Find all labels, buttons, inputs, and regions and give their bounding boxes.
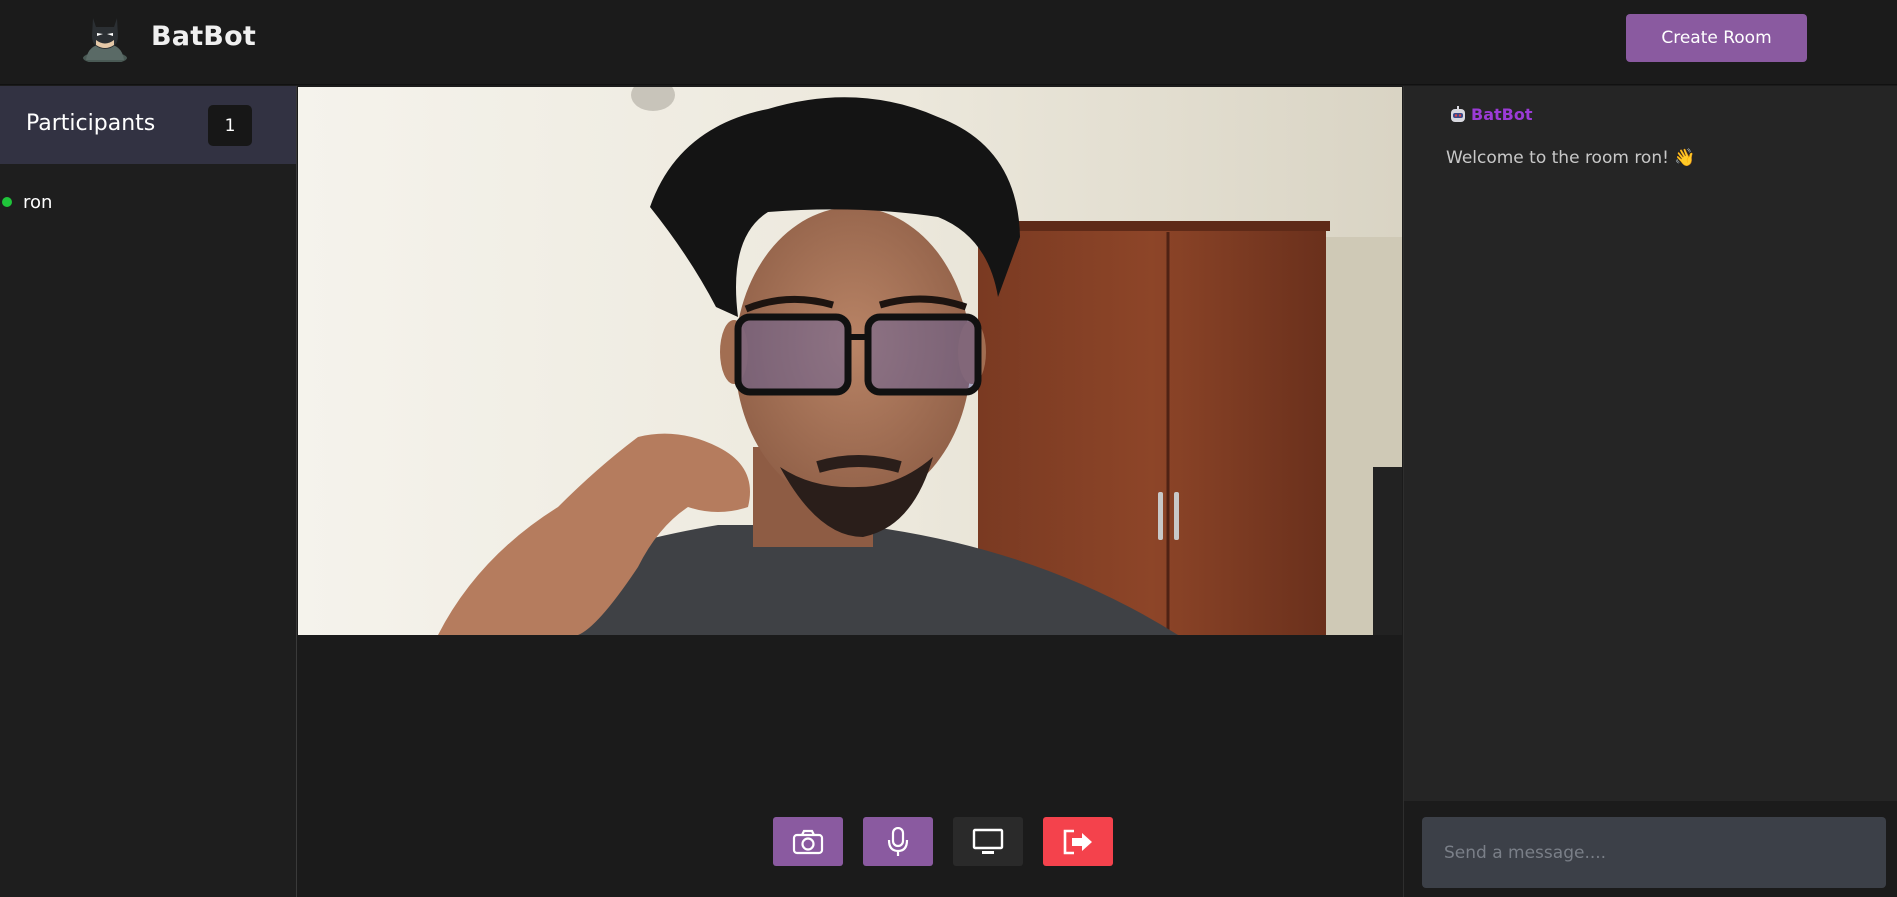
- chat-message-text: Welcome to the room ron! 👋: [1446, 148, 1696, 168]
- participant-name: ron: [23, 191, 53, 213]
- chat-message-author: BatBot: [1450, 105, 1532, 124]
- screen-share-icon: [972, 828, 1004, 854]
- webcam-video: [298, 87, 1402, 635]
- participants-title: Participants: [26, 111, 156, 136]
- call-controls: [773, 817, 1113, 866]
- chat-input-area: [1403, 801, 1897, 897]
- online-status-icon: [2, 197, 12, 207]
- batman-logo-icon: [83, 18, 127, 62]
- brand-name: BatBot: [151, 21, 256, 52]
- participants-count-badge: 1: [208, 105, 252, 146]
- microphone-icon: [887, 826, 909, 856]
- leave-room-button[interactable]: [1043, 817, 1113, 866]
- chat-panel: BatBot Welcome to the room ron! 👋: [1403, 86, 1897, 801]
- webcam-feed-image: [298, 87, 1402, 635]
- microphone-toggle-button[interactable]: [863, 817, 933, 866]
- camera-icon: [792, 829, 824, 854]
- leave-room-icon: [1063, 829, 1092, 854]
- chat-message-input[interactable]: [1422, 817, 1886, 888]
- chat-author-name: BatBot: [1471, 105, 1533, 124]
- screen-share-button[interactable]: [953, 817, 1023, 866]
- participants-header: Participants 1: [0, 86, 296, 164]
- video-area: [298, 86, 1402, 897]
- robot-icon: [1451, 105, 1465, 122]
- camera-toggle-button[interactable]: [773, 817, 843, 866]
- top-bar: BatBot Create Room: [0, 0, 1897, 85]
- participants-sidebar: Participants 1 ron: [0, 86, 297, 897]
- participant-item[interactable]: ron: [0, 190, 52, 214]
- create-room-button[interactable]: Create Room: [1626, 14, 1807, 62]
